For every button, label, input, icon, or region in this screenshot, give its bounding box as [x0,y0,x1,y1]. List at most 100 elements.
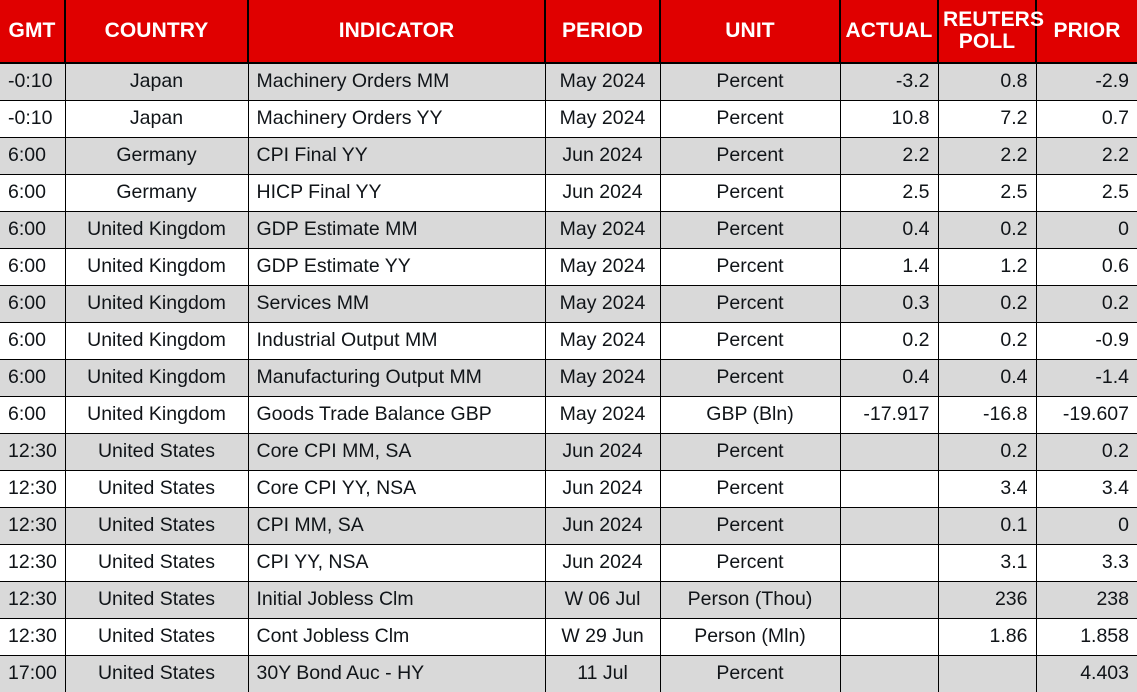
cell-gmt: 6:00 [0,322,66,360]
cell-prior: 3.4 [1036,470,1137,508]
cell-period: Jun 2024 [545,174,661,212]
table-row[interactable]: 6:00 United Kingdom GDP Estimate MM May 202… [0,211,1137,249]
table-row[interactable]: 12:30 United States Initial Jobless Clm W 0… [0,581,1137,619]
column-header-indicator[interactable]: INDICATOR [248,0,546,64]
table-row[interactable]: 17:00 United States 30Y Bond Auc - HY 11 Ju… [0,655,1137,692]
cell-period: May 2024 [545,322,661,360]
cell-unit: Percent [660,174,841,212]
cell-actual: 1.4 [840,248,939,286]
cell-unit: Percent [660,248,841,286]
cell-unit: Percent [660,507,841,545]
cell-country: United Kingdom [65,285,249,323]
cell-period: May 2024 [545,211,661,249]
table-row[interactable]: 6:00 United Kingdom Services MM May 2024 Per… [0,285,1137,323]
cell-prior: 0.6 [1036,248,1137,286]
cell-country: Japan [65,63,249,101]
table-body: -0:10 Japan Machinery Orders MM May 2024 Per… [0,63,1137,692]
table-row[interactable]: 12:30 United States CPI YY, NSA Jun 2024 Per… [0,544,1137,582]
cell-gmt: 6:00 [0,285,66,323]
cell-unit: Percent [660,544,841,582]
cell-country: United Kingdom [65,322,249,360]
cell-ind: HICP Final YY [248,174,546,212]
cell-period: Jun 2024 [545,433,661,471]
cell-country: United States [65,544,249,582]
column-header-country[interactable]: COUNTRY [65,0,249,64]
cell-gmt: 12:30 [0,433,66,471]
cell-country: United States [65,581,249,619]
cell-prior: 238 [1036,581,1137,619]
cell-prior: 2.2 [1036,137,1137,175]
table-row[interactable]: 6:00 Germany HICP Final YY Jun 2024 Percent 2… [0,174,1137,212]
cell-gmt: 6:00 [0,174,66,212]
cell-country: United States [65,507,249,545]
cell-poll: 0.2 [938,322,1037,360]
cell-unit: Percent [660,433,841,471]
cell-prior: 3.3 [1036,544,1137,582]
cell-prior: 0 [1036,507,1137,545]
cell-gmt: 6:00 [0,211,66,249]
cell-period: May 2024 [545,359,661,397]
column-header-actual[interactable]: ACTUAL [840,0,939,64]
cell-ind: Machinery Orders MM [248,63,546,101]
cell-unit: Percent [660,470,841,508]
cell-gmt: 12:30 [0,470,66,508]
cell-prior: 0.2 [1036,433,1137,471]
cell-gmt: 6:00 [0,359,66,397]
cell-actual [840,433,939,471]
cell-period: Jun 2024 [545,470,661,508]
column-header-gmt[interactable]: GMT [0,0,66,64]
cell-country: United Kingdom [65,396,249,434]
table-row[interactable]: 6:00 Germany CPI Final YY Jun 2024 Percent 2.… [0,137,1137,175]
cell-country: Germany [65,174,249,212]
table-row[interactable]: 6:00 United Kingdom Manufacturing Output M… [0,359,1137,397]
cell-actual: 0.3 [840,285,939,323]
cell-ind: 30Y Bond Auc - HY [248,655,546,692]
cell-ind: Machinery Orders YY [248,100,546,138]
cell-unit: Percent [660,211,841,249]
cell-prior: 0.7 [1036,100,1137,138]
cell-actual: 2.2 [840,137,939,175]
table-row[interactable]: 12:30 United States Cont Jobless Clm W 29 J… [0,618,1137,656]
column-header-unit[interactable]: UNIT [660,0,841,64]
cell-unit: Percent [660,100,841,138]
cell-actual: 10.8 [840,100,939,138]
table-row[interactable]: 6:00 United Kingdom Goods Trade Balance GB… [0,396,1137,434]
cell-unit: Person (Thou) [660,581,841,619]
table-row[interactable]: 6:00 United Kingdom Industrial Output MM Ma… [0,322,1137,360]
table-row[interactable]: 6:00 United Kingdom GDP Estimate YY May 202… [0,248,1137,286]
cell-prior: 2.5 [1036,174,1137,212]
cell-period: May 2024 [545,248,661,286]
cell-ind: Manufacturing Output MM [248,359,546,397]
economic-calendar-table: GMT COUNTRY INDICATOR PERIOD UNIT ACTUAL… [0,0,1137,692]
economic-calendar: GMT COUNTRY INDICATOR PERIOD UNIT ACTUAL… [0,0,1137,692]
cell-actual [840,470,939,508]
cell-period: May 2024 [545,396,661,434]
table-row[interactable]: 12:30 United States CPI MM, SA Jun 2024 Perc… [0,507,1137,545]
cell-unit: Person (Mln) [660,618,841,656]
cell-unit: Percent [660,655,841,692]
cell-unit: Percent [660,63,841,101]
table-row[interactable]: -0:10 Japan Machinery Orders MM May 2024 Per… [0,63,1137,101]
table-row[interactable]: 12:30 United States Core CPI MM, SA Jun 202… [0,433,1137,471]
cell-ind: Industrial Output MM [248,322,546,360]
cell-poll: 2.2 [938,137,1037,175]
cell-actual: 0.2 [840,322,939,360]
cell-period: 11 Jul [545,655,661,692]
cell-gmt: 6:00 [0,137,66,175]
cell-actual: -17.917 [840,396,939,434]
cell-ind: CPI YY, NSA [248,544,546,582]
table-row[interactable]: 12:30 United States Core CPI YY, NSA Jun 20… [0,470,1137,508]
table-row[interactable]: -0:10 Japan Machinery Orders YY May 2024 Per… [0,100,1137,138]
column-header-prior[interactable]: PRIOR [1036,0,1137,64]
cell-gmt: 12:30 [0,507,66,545]
cell-prior: 1.858 [1036,618,1137,656]
cell-unit: Percent [660,137,841,175]
cell-prior: 0.2 [1036,285,1137,323]
cell-poll [938,655,1037,692]
cell-ind: GDP Estimate YY [248,248,546,286]
table-header: GMT COUNTRY INDICATOR PERIOD UNIT ACTUAL… [0,0,1137,64]
column-header-reuters-poll[interactable]: REUTERS POLL [938,0,1044,64]
cell-period: Jun 2024 [545,507,661,545]
column-header-period[interactable]: PERIOD [545,0,661,64]
cell-poll: 7.2 [938,100,1037,138]
